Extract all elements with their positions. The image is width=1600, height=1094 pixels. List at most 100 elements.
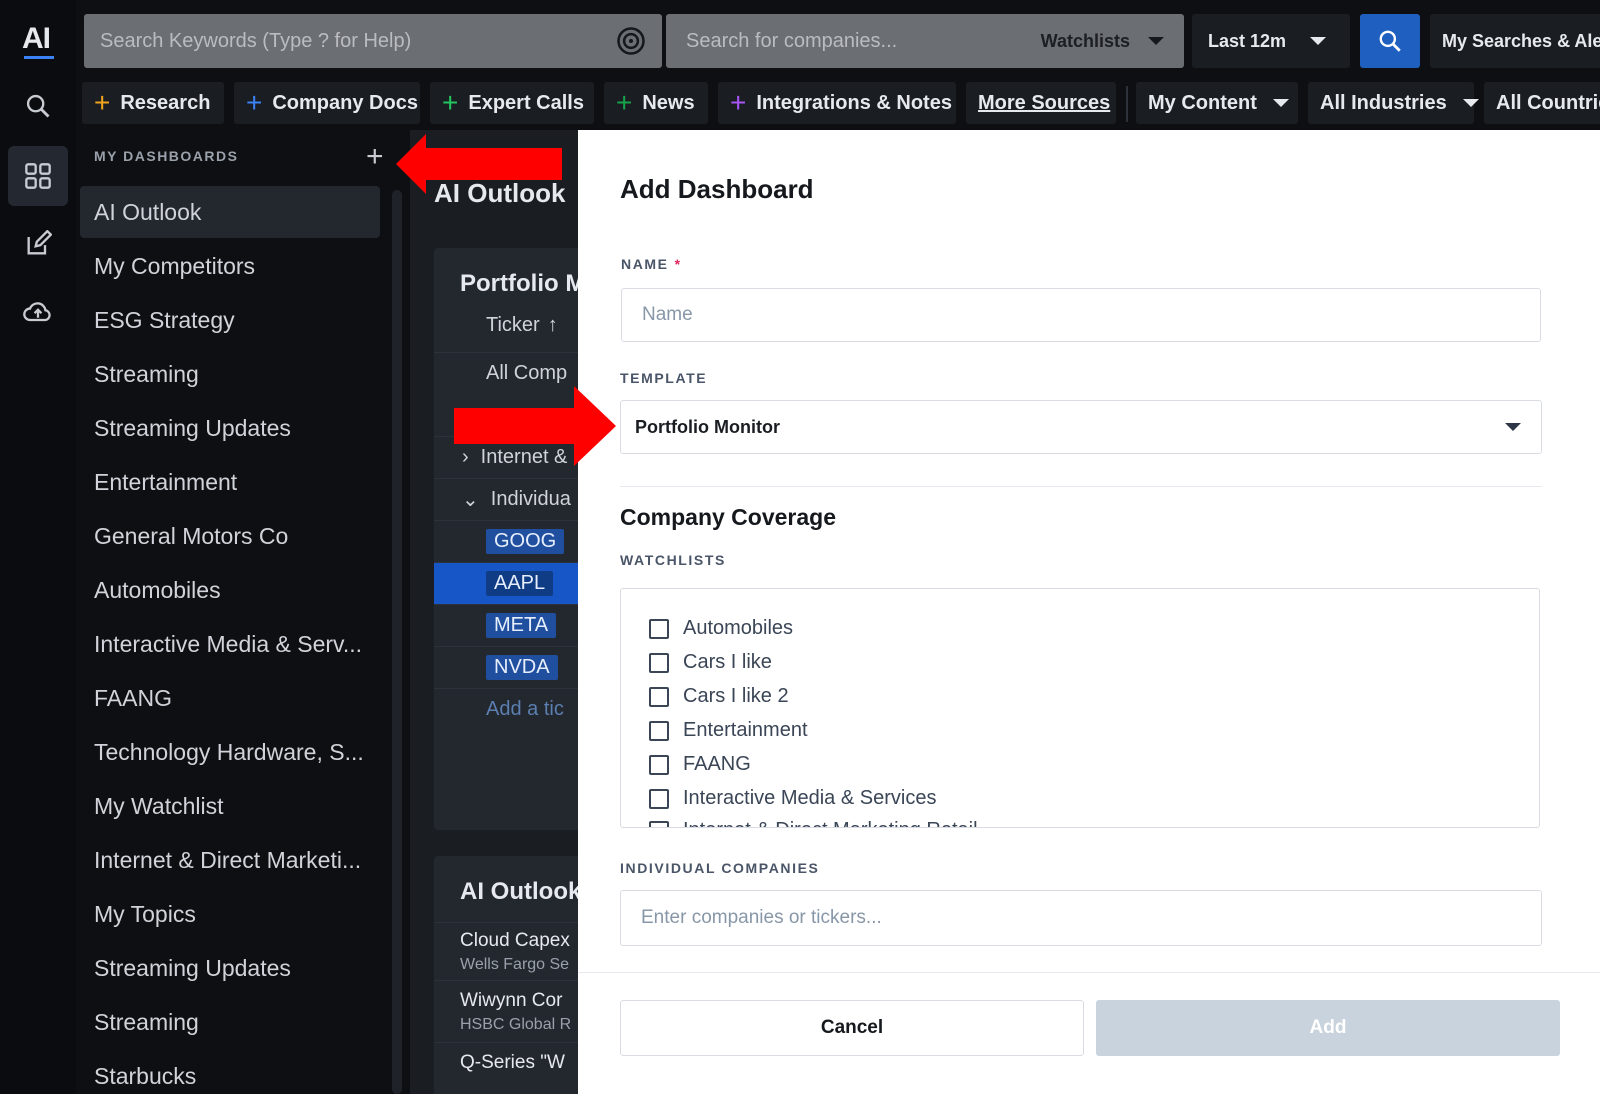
sidebar-heading: MY DASHBOARDS xyxy=(94,148,239,164)
sidebar-item[interactable]: Technology Hardware, S... xyxy=(80,726,380,778)
more-sources-link[interactable]: More Sources xyxy=(966,82,1116,124)
table-row[interactable]: META xyxy=(434,604,580,646)
add-ticker-input[interactable]: Add a tic xyxy=(434,688,580,730)
cloud-upload-icon xyxy=(23,302,51,322)
keyword-search-input[interactable]: Search Keywords (Type ? for Help) xyxy=(84,14,662,68)
all-industries-label: All Industries xyxy=(1320,91,1447,114)
expert-calls-button[interactable]: + Expert Calls xyxy=(430,82,594,124)
sort-up-icon: ↑ xyxy=(547,313,558,336)
portfolio-card: Portfolio M Ticker ↑ All Comp › Internet… xyxy=(434,248,580,830)
watchlist-checkbox[interactable]: FAANG xyxy=(649,753,751,776)
name-input[interactable]: Name xyxy=(621,288,1541,342)
news-label: News xyxy=(642,91,695,114)
sidebar-item[interactable]: Starbucks xyxy=(80,1050,380,1094)
nav-divider xyxy=(1126,86,1128,122)
sidebar-item[interactable]: Streaming xyxy=(80,348,380,400)
watchlists-dropdown[interactable]: Watchlists xyxy=(1041,31,1130,52)
source-nav-bar: + Research + Company Docs + Expert Calls… xyxy=(76,80,1600,128)
news-item-title[interactable]: Cloud Capex xyxy=(460,930,570,952)
my-content-dropdown[interactable]: My Content xyxy=(1136,82,1298,124)
all-industries-dropdown[interactable]: All Industries xyxy=(1308,82,1479,124)
news-item-title[interactable]: Wiwynn Cor xyxy=(460,990,562,1012)
sidebar-scrollbar[interactable] xyxy=(392,190,402,1094)
checkbox-icon xyxy=(649,652,669,673)
watchlist-checkbox[interactable]: Internet & Direct Marketing Retail xyxy=(649,819,978,827)
checkbox-icon xyxy=(649,686,669,707)
my-searches-alerts-button[interactable]: My Searches & Alerts xyxy=(1430,14,1600,68)
watchlist-checkbox[interactable]: Interactive Media & Services xyxy=(649,787,936,810)
integrations-notes-button[interactable]: + Integrations & Notes xyxy=(718,82,956,124)
news-item-source: HSBC Global R xyxy=(460,1016,572,1033)
app-logo[interactable]: AI xyxy=(22,22,56,59)
plus-icon: + xyxy=(94,87,111,118)
sidebar-item[interactable]: ESG Strategy xyxy=(80,294,380,346)
grid-icon xyxy=(25,163,51,189)
plus-icon: + xyxy=(730,87,747,118)
template-field-label: TEMPLATE xyxy=(620,370,708,386)
chevron-down-icon xyxy=(1148,37,1164,45)
period-dropdown[interactable]: Last 12m xyxy=(1192,14,1350,68)
search-button[interactable] xyxy=(1360,14,1420,68)
period-label: Last 12m xyxy=(1208,30,1287,51)
watchlist-label: Entertainment xyxy=(683,719,808,741)
watchlist-checkbox[interactable]: Cars I like 2 xyxy=(649,685,789,708)
all-countries-dropdown[interactable]: All Countries xyxy=(1484,82,1600,124)
sidebar-item-ai-outlook[interactable]: AI Outlook xyxy=(80,186,380,238)
watchlist-label: Internet & Direct Marketing Retail xyxy=(683,819,978,827)
plus-icon: + xyxy=(442,87,459,118)
individual-group-row[interactable]: ⌄ Individua xyxy=(434,478,580,520)
watchlist-checkbox[interactable]: Automobiles xyxy=(649,617,793,640)
ticker-column-header[interactable]: Ticker ↑ xyxy=(434,304,580,346)
sidebar-item[interactable]: Streaming Updates xyxy=(80,402,380,454)
individual-companies-input[interactable]: Enter companies or tickers... xyxy=(620,890,1542,946)
watchlist-checkbox[interactable]: Cars I like xyxy=(649,651,772,674)
watchlist-checkbox[interactable]: Entertainment xyxy=(649,719,808,742)
sidebar-item[interactable]: Streaming Updates xyxy=(80,942,380,994)
table-row[interactable]: NVDA xyxy=(434,646,580,688)
radar-icon[interactable] xyxy=(616,26,646,56)
sidebar-item[interactable]: General Motors Co xyxy=(80,510,380,562)
name-placeholder: Name xyxy=(642,304,693,325)
notes-rail-button[interactable] xyxy=(8,214,68,274)
news-button[interactable]: + News xyxy=(604,82,708,124)
checkbox-icon xyxy=(649,788,669,809)
individual-group-label: Individua xyxy=(490,488,571,510)
research-button[interactable]: + Research xyxy=(82,82,224,124)
company-search-input[interactable]: Search for companies... Watchlists xyxy=(666,14,1184,68)
table-row-selected[interactable]: AAPL xyxy=(434,562,580,604)
chevron-down-icon xyxy=(1272,99,1289,107)
ai-outlook-card: AI Outlook Cloud Capex Wells Fargo Se Wi… xyxy=(434,856,580,1094)
sidebar-item[interactable]: Automobiles xyxy=(80,564,380,616)
table-row[interactable]: GOOG xyxy=(434,520,580,562)
company-docs-button[interactable]: + Company Docs xyxy=(234,82,420,124)
news-item-title[interactable]: Q-Series "W xyxy=(460,1052,565,1074)
sidebar-item[interactable]: FAANG xyxy=(80,672,380,724)
cancel-button[interactable]: Cancel xyxy=(620,1000,1084,1056)
dashboards-rail-button[interactable] xyxy=(8,146,68,206)
add-dashboard-icon[interactable]: + xyxy=(366,142,384,172)
individual-companies-placeholder: Enter companies or tickers... xyxy=(641,907,882,928)
sidebar-item[interactable]: Entertainment xyxy=(80,456,380,508)
checkbox-icon xyxy=(649,754,669,775)
sidebar-item[interactable]: My Watchlist xyxy=(80,780,380,832)
search-rail-button[interactable] xyxy=(8,76,68,136)
footer-divider xyxy=(578,972,1600,973)
sidebar-item[interactable]: Streaming xyxy=(80,996,380,1048)
watchlist-label: Interactive Media & Services xyxy=(683,787,937,809)
sidebar-item[interactable]: Internet & Direct Marketi... xyxy=(80,834,380,886)
watchlists-list[interactable]: Automobiles Cars I like Cars I like 2 En… xyxy=(620,588,1540,828)
left-rail: AI xyxy=(0,0,76,1094)
ticker-badge: NVDA xyxy=(486,655,558,680)
template-select[interactable]: Portfolio Monitor xyxy=(620,400,1542,454)
modal-title: Add Dashboard xyxy=(620,174,814,204)
search-icon xyxy=(26,94,50,118)
upload-rail-button[interactable] xyxy=(8,282,68,342)
add-button[interactable]: Add xyxy=(1096,1000,1560,1056)
company-coverage-heading: Company Coverage xyxy=(620,504,837,530)
news-item-source: Wells Fargo Se xyxy=(460,956,570,973)
sidebar-item[interactable]: My Topics xyxy=(80,888,380,940)
portfolio-card-heading: Portfolio M xyxy=(460,270,580,297)
sidebar-item[interactable]: Interactive Media & Serv... xyxy=(80,618,380,670)
annotation-arrow-left xyxy=(396,134,562,194)
sidebar-item[interactable]: My Competitors xyxy=(80,240,380,292)
